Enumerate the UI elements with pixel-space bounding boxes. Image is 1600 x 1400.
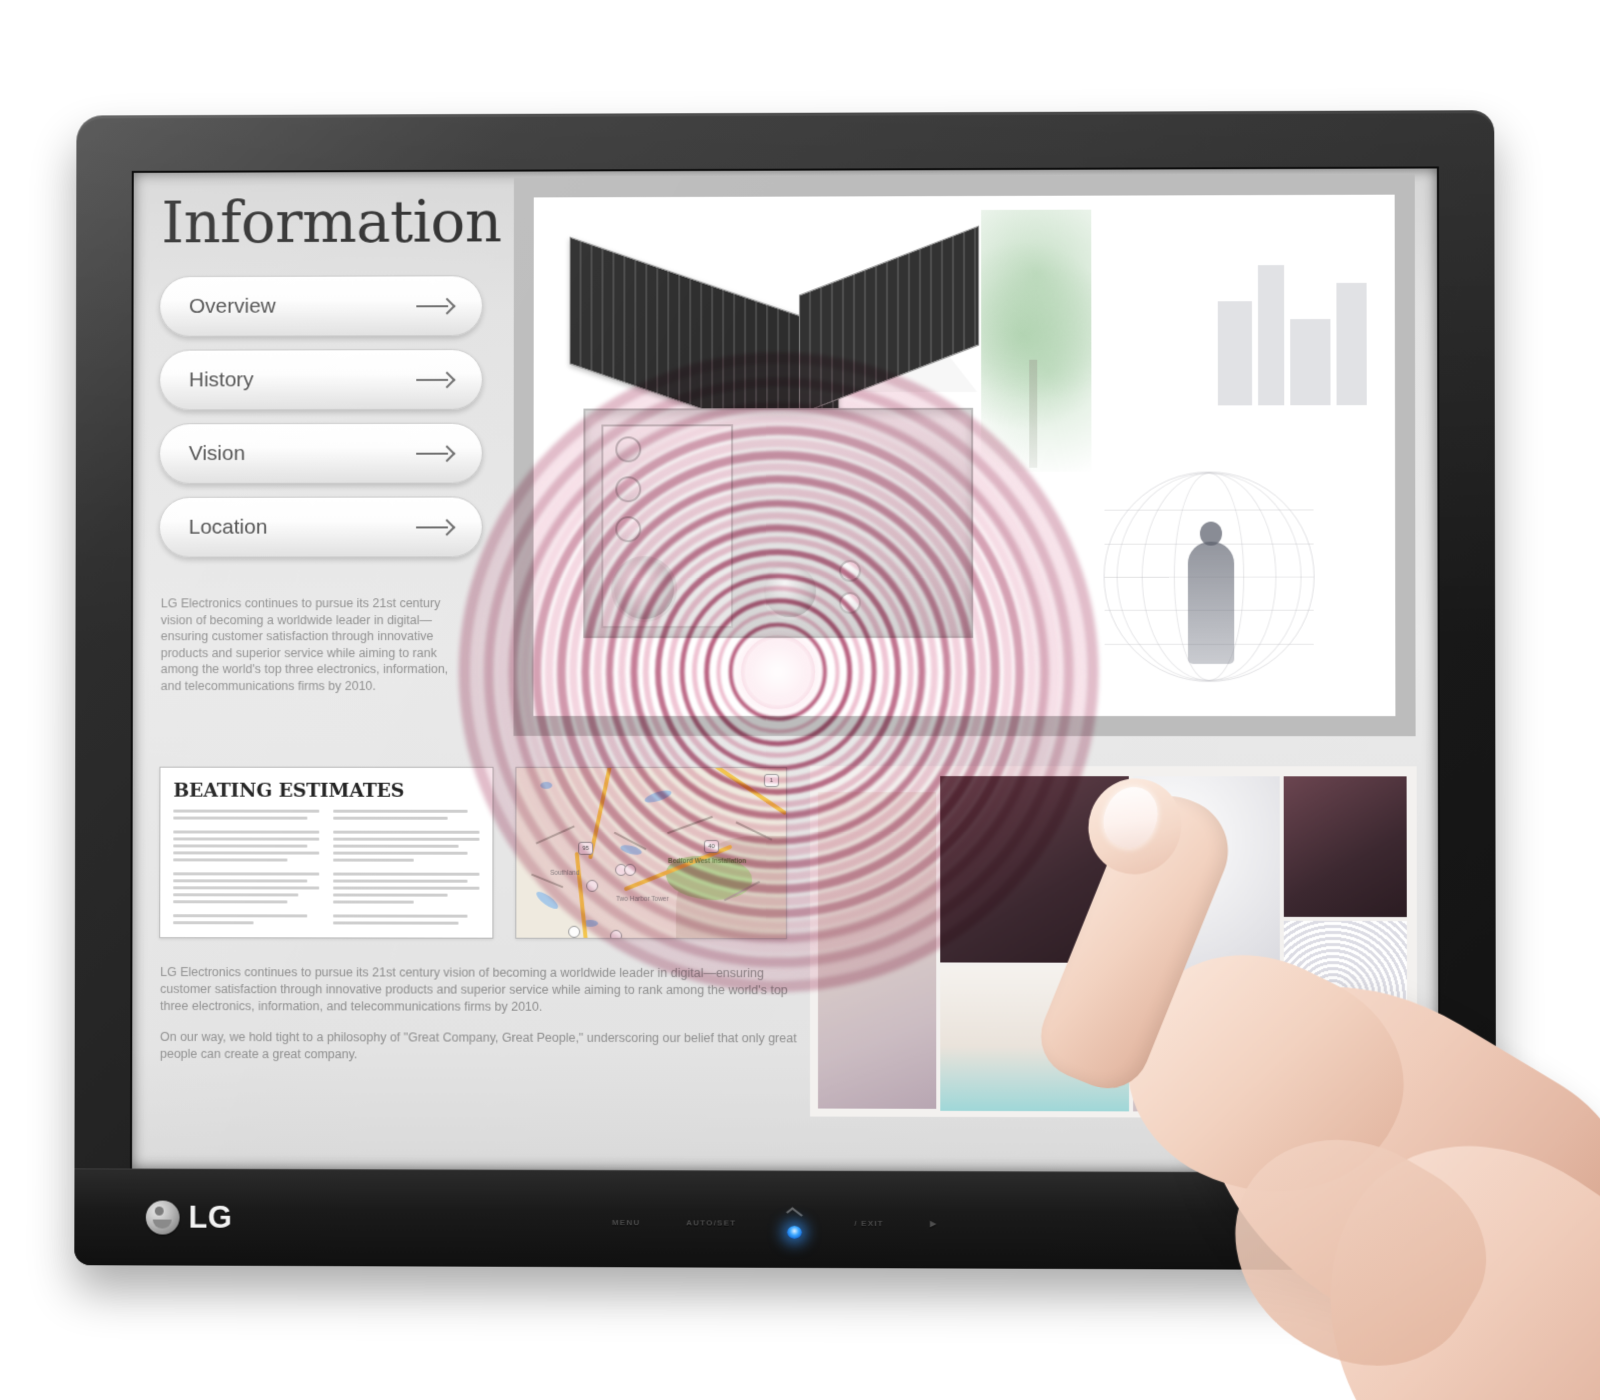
house-body bbox=[583, 407, 974, 639]
menu-item-location[interactable]: Location bbox=[158, 496, 483, 558]
osd-right-button[interactable]: ▶ bbox=[930, 1219, 937, 1228]
monitor-screen[interactable]: Information Overview History Vision Loca… bbox=[132, 168, 1439, 1173]
lg-emblem-icon bbox=[145, 1200, 180, 1235]
gallery-photo[interactable] bbox=[940, 776, 1129, 963]
hero-image-frame bbox=[513, 174, 1416, 737]
arrow-right-icon bbox=[416, 297, 456, 315]
lg-wordmark: LG bbox=[188, 1199, 233, 1235]
monitor-bottom-bezel: LG MENU AUTO/SET / EXIT ▶ bbox=[74, 1168, 1497, 1271]
lg-logo: LG bbox=[145, 1199, 233, 1236]
information-page: Information Overview History Vision Loca… bbox=[132, 168, 1439, 1173]
map-label: Bedford West Installation bbox=[668, 857, 747, 866]
power-button[interactable] bbox=[782, 1207, 808, 1239]
gallery-photo[interactable] bbox=[1132, 776, 1280, 988]
gallery-photo[interactable] bbox=[818, 792, 937, 1109]
arrow-right-icon bbox=[416, 370, 456, 388]
gallery-photo[interactable] bbox=[1133, 990, 1281, 1112]
person-silhouette bbox=[1187, 541, 1235, 664]
appliance-dial bbox=[615, 516, 642, 543]
map-water bbox=[540, 781, 553, 789]
intro-paragraph: LG Electronics continues to pursue its 2… bbox=[160, 596, 449, 693]
osd-button-row: MENU AUTO/SET / EXIT ▶ bbox=[612, 1207, 937, 1239]
tree-illustration bbox=[981, 209, 1092, 472]
map-poi bbox=[586, 879, 599, 892]
hero-image[interactable] bbox=[533, 194, 1396, 717]
arrow-right-icon bbox=[416, 444, 456, 462]
menu-item-label: Location bbox=[188, 515, 268, 539]
map-route-shield: 40 bbox=[704, 839, 719, 853]
menu-item-vision[interactable]: Vision bbox=[158, 422, 483, 484]
bottom-copy: LG Electronics continues to pursue its 2… bbox=[160, 964, 798, 1064]
power-chevron-icon bbox=[786, 1207, 804, 1221]
washing-machine-drum bbox=[761, 562, 820, 621]
appliance-house-illustration bbox=[563, 225, 993, 650]
gallery-photo[interactable] bbox=[940, 966, 1130, 1112]
gallery-photo[interactable] bbox=[1283, 776, 1407, 918]
main-menu: Overview History Vision Location bbox=[158, 275, 483, 570]
map-water bbox=[534, 888, 561, 912]
news-column-left bbox=[173, 809, 320, 929]
appliance-dial bbox=[615, 476, 642, 503]
map-label: Southland bbox=[550, 869, 580, 877]
bottom-paragraph-1: LG Electronics continues to pursue its 2… bbox=[160, 965, 788, 1014]
lg-touch-monitor: Information Overview History Vision Loca… bbox=[74, 110, 1600, 1400]
map-poi bbox=[610, 929, 623, 940]
menu-item-label: Vision bbox=[188, 441, 246, 465]
map-route-shield: 95 bbox=[578, 841, 594, 855]
appliance-dial bbox=[839, 559, 862, 582]
map-poi bbox=[624, 863, 637, 876]
menu-item-label: History bbox=[188, 367, 254, 391]
washing-machine-drum bbox=[611, 556, 678, 623]
map-street bbox=[667, 815, 713, 835]
osd-menu-button[interactable]: MENU bbox=[612, 1218, 640, 1227]
menu-item-history[interactable]: History bbox=[159, 348, 483, 411]
power-led-indicator bbox=[787, 1225, 803, 1239]
appliance-dial bbox=[839, 591, 862, 614]
city-buildings bbox=[1208, 225, 1389, 406]
menu-item-label: Overview bbox=[188, 294, 276, 318]
page-title: Information bbox=[161, 187, 502, 257]
bottom-paragraph-2: On our way, we hold tight to a philosoph… bbox=[159, 1029, 797, 1062]
map-water bbox=[643, 787, 673, 806]
map-street bbox=[535, 825, 575, 845]
gallery-photo[interactable] bbox=[1283, 920, 1408, 1113]
photo-gallery[interactable] bbox=[809, 766, 1418, 1119]
arrow-right-icon bbox=[416, 518, 456, 536]
osd-auto-set-button[interactable]: AUTO/SET bbox=[686, 1218, 736, 1227]
news-columns bbox=[173, 809, 480, 929]
news-column-right bbox=[333, 809, 480, 929]
map-poi bbox=[568, 925, 581, 938]
map-route-shield: 1 bbox=[763, 774, 779, 788]
news-headline: BEATING ESTIMATES bbox=[173, 779, 405, 802]
news-card[interactable]: BEATING ESTIMATES bbox=[159, 766, 494, 939]
map-card[interactable]: 95 40 1 Bedford West Installation Southl… bbox=[515, 766, 787, 940]
map-label: Two Harbor Tower bbox=[616, 895, 669, 903]
osd-exit-button[interactable]: / EXIT bbox=[854, 1218, 884, 1227]
menu-item-overview[interactable]: Overview bbox=[159, 275, 483, 337]
appliance-dial bbox=[615, 436, 642, 463]
